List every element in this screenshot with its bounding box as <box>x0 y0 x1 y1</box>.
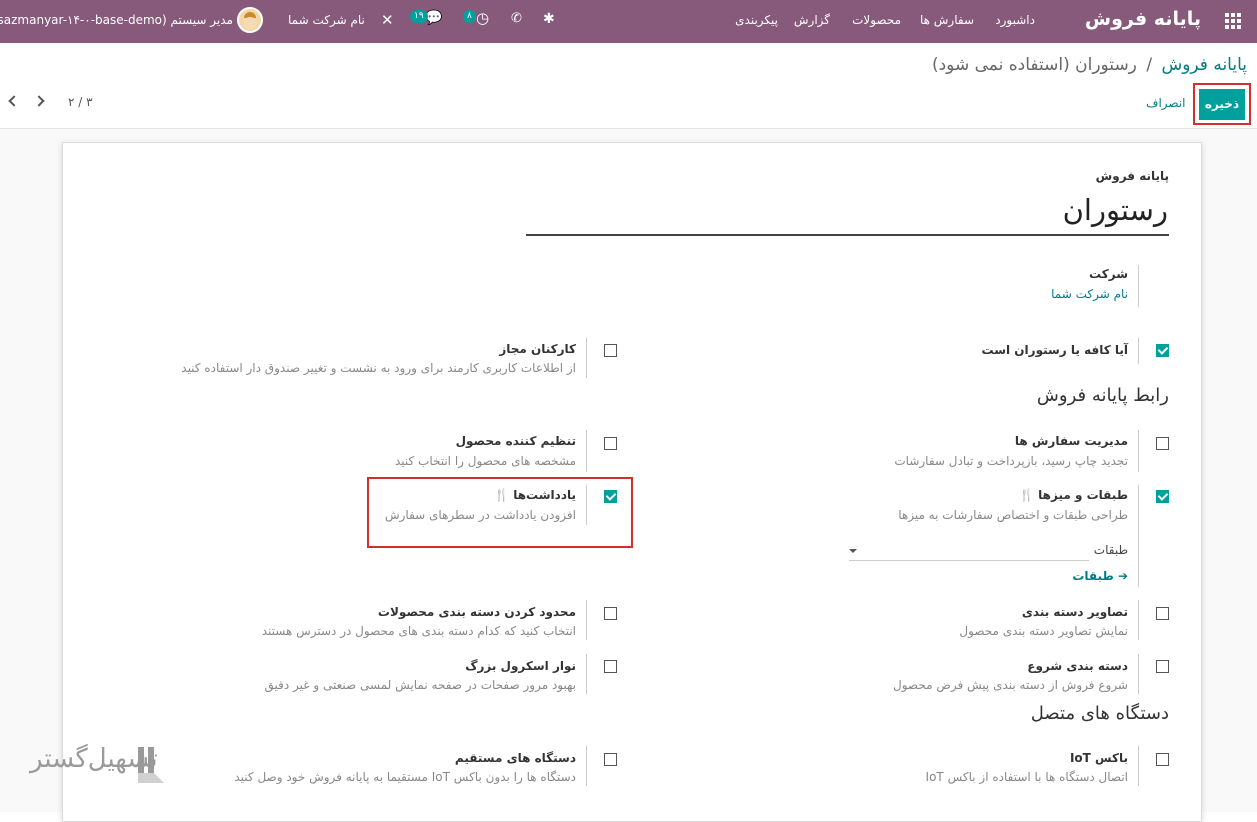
company-link[interactable]: نام شرکت شما <box>1051 287 1128 301</box>
section-connected-devices: دستگاه های متصل <box>1030 703 1169 724</box>
breadcrumb-separator: / <box>1146 55 1153 75</box>
limit-categories-title: محدود کردن دسته بندی محصولات <box>377 605 576 619</box>
watermark-text: تسهیل‌گستر <box>30 744 158 774</box>
discard-button[interactable]: انصراف <box>1146 96 1185 110</box>
divider <box>586 654 587 694</box>
pos-name-field[interactable]: رستوران <box>1063 193 1168 227</box>
restaurant-icon: 🍴 <box>494 488 510 502</box>
product-configurator-checkbox[interactable] <box>604 437 617 450</box>
authorized-employees-checkbox[interactable] <box>604 344 617 357</box>
authorized-employees-title: کارکنان مجاز <box>499 342 576 356</box>
divider <box>1138 746 1139 786</box>
pager-previous-icon[interactable] <box>8 95 20 107</box>
large-scrollbar-title: نوار اسکرول بزرگ <box>465 659 576 673</box>
pos-label: پایانه فروش <box>1095 169 1169 183</box>
user-menu[interactable]: مدیر سیستم (sazmanyar-۱۴-۰-base-demo) <box>0 13 233 27</box>
divider <box>1138 485 1139 587</box>
direct-devices-title: دستگاه های مستقیم <box>454 751 576 765</box>
iot-box-checkbox[interactable] <box>1156 753 1169 766</box>
section-pos-interface: رابط پایانه فروش <box>1036 385 1169 406</box>
is-restaurant-checkbox[interactable] <box>1156 344 1169 357</box>
order-management-title: مدیریت سفارش ها <box>1014 434 1128 448</box>
category-images-desc: نمایش تصاویر دسته بندی محصول <box>959 624 1128 638</box>
order-management-desc: تجدید چاپ رسید، بازپرداخت و تبادل سفارشا… <box>894 454 1128 468</box>
category-images-checkbox[interactable] <box>1156 607 1169 620</box>
breadcrumb-parent[interactable]: پایانه فروش <box>1161 55 1247 75</box>
divider <box>1138 265 1139 307</box>
direct-devices-desc: دستگاه ها را بدون باکس IoT مستقیما به پا… <box>234 770 576 784</box>
divider <box>586 338 587 378</box>
product-configurator-desc: مشخصه های محصول را انتخاب کنید <box>394 454 576 468</box>
user-avatar[interactable] <box>237 7 263 33</box>
floors-tables-label: طبقات و میزها <box>1038 488 1128 502</box>
bug-icon[interactable]: ✱ <box>543 11 555 27</box>
start-category-checkbox[interactable] <box>1156 660 1169 673</box>
large-scrollbar-desc: بهبود مرور صفحات در صفحه نمایش لمسی صنعت… <box>264 678 576 692</box>
menu-dashboard[interactable]: داشبورد <box>995 13 1035 27</box>
pager-next-icon[interactable] <box>33 95 45 107</box>
dropdown-caret-icon[interactable] <box>849 549 857 553</box>
floors-tables-title: طبقات و میزها 🍴 <box>1019 488 1128 502</box>
divider <box>1138 600 1139 640</box>
product-configurator-title: تنظیم کننده محصول <box>455 434 576 448</box>
clock-icon[interactable]: ◷ <box>476 9 489 27</box>
notes-label: یادداشت‌ها <box>513 488 576 502</box>
divider <box>1138 338 1139 364</box>
floors-link[interactable]: ➔ طبقات <box>1072 569 1128 583</box>
order-management-checkbox[interactable] <box>1156 437 1169 450</box>
breadcrumb-current: رستوران (استفاده نمی شود) <box>931 55 1137 75</box>
apps-menu-icon[interactable] <box>1225 13 1241 29</box>
name-underline <box>526 234 1169 236</box>
iot-box-title: باکس IoT <box>1069 751 1128 765</box>
authorized-employees-desc: از اطلاعات کاربری کارمند برای ورود به نش… <box>181 361 576 375</box>
divider <box>586 485 587 525</box>
floors-tables-checkbox[interactable] <box>1156 490 1169 503</box>
activity-badge: ۸ <box>463 10 476 23</box>
top-navbar: پایانه فروش داشبورد سفارش ها محصولات گزا… <box>0 0 1257 43</box>
limit-categories-desc: انتخاب کنید که کدام دسته بندی های محصول … <box>261 624 576 638</box>
direct-devices-checkbox[interactable] <box>604 753 617 766</box>
is-restaurant-title: آیا کافه یا رستوران است <box>981 343 1128 357</box>
app-brand[interactable]: پایانه فروش <box>1085 8 1201 30</box>
start-category-title: دسته بندی شروع <box>1027 659 1128 673</box>
limit-categories-checkbox[interactable] <box>604 607 617 620</box>
messages-badge: ۱۹ <box>410 10 428 23</box>
divider <box>586 746 587 786</box>
restaurant-icon: 🍴 <box>1019 488 1034 502</box>
divider <box>586 600 587 640</box>
floors-link-label: طبقات <box>1072 569 1114 583</box>
notes-title: یادداشت‌ها 🍴 <box>494 488 576 502</box>
category-images-title: تصاویر دسته بندی <box>1021 605 1128 619</box>
company-switcher[interactable]: نام شرکت شما <box>288 13 365 27</box>
breadcrumb: پایانه فروش / رستوران (استفاده نمی شود) <box>932 55 1247 75</box>
menu-reporting[interactable]: گزارش <box>794 13 830 27</box>
company-label: شرکت <box>1089 267 1128 281</box>
phone-icon[interactable]: ✆ <box>511 11 522 26</box>
iot-box-desc: اتصال دستگاه ها با استفاده از باکس IoT <box>925 770 1128 784</box>
start-category-desc: شروع فروش از دسته بندی پیش فرض محصول <box>893 678 1128 692</box>
save-button[interactable]: ذخیره <box>1199 89 1245 120</box>
pager-value[interactable]: ۲ / ۳ <box>68 95 93 109</box>
arrow-right-icon: ➔ <box>1117 569 1128 583</box>
large-scrollbar-checkbox[interactable] <box>604 660 617 673</box>
notes-desc: افزودن یادداشت در سطرهای سفارش <box>384 508 576 522</box>
floors-select[interactable] <box>849 541 1089 561</box>
divider <box>1138 654 1139 694</box>
floors-field-label: طبقات <box>1093 543 1128 557</box>
divider <box>1138 430 1139 472</box>
tools-icon[interactable]: ✕ <box>381 11 394 29</box>
floors-tables-desc: طراحی طبقات و اختصاص سفارشات به میزها <box>898 508 1128 522</box>
menu-configuration[interactable]: پیکربندی <box>735 13 778 27</box>
menu-orders[interactable]: سفارش ها <box>920 13 974 27</box>
notes-checkbox[interactable] <box>604 490 617 503</box>
divider <box>586 430 587 472</box>
menu-products[interactable]: محصولات <box>852 13 901 27</box>
